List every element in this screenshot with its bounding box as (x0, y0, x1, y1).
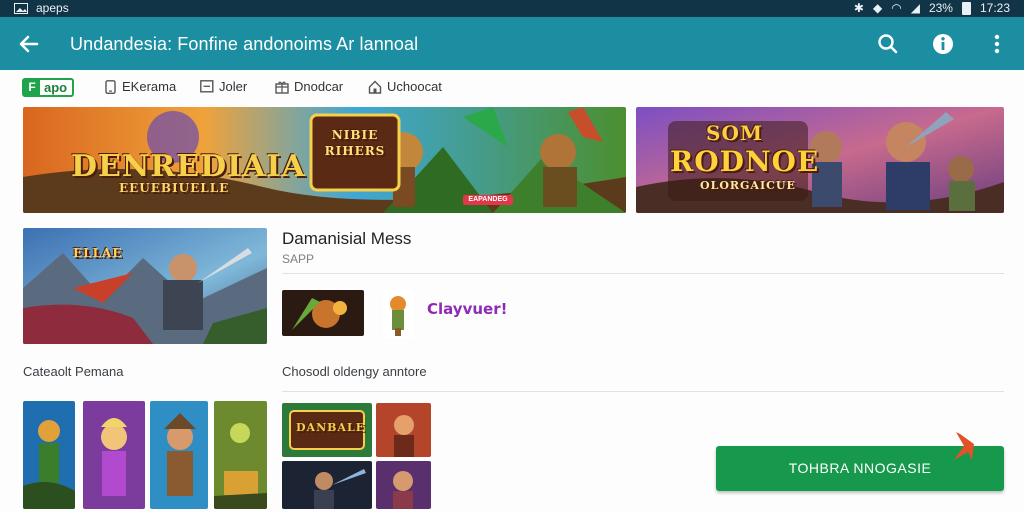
status-left: apeps (14, 1, 69, 15)
app-screen: apeps ✱ ◆ ◠ ◢ 23% 17:23 Undandesia: Fonf… (0, 0, 1024, 512)
app-bar: Undandesia: Fonfine andonoims Ar lannoal (0, 17, 1024, 70)
back-button[interactable] (12, 27, 46, 61)
status-app-label: apeps (36, 1, 69, 15)
tab-label: Joler (219, 79, 248, 94)
search-button[interactable] (872, 28, 904, 60)
cover-art (282, 461, 372, 509)
tab-app-badge[interactable]: F apo (22, 78, 75, 97)
tab-label: Dnodcar (294, 79, 344, 94)
location-icon: ◆ (872, 1, 883, 15)
thumb-2-art (383, 290, 413, 338)
tab-strip: F apo EKerama Joler Dnodcar Uchoocat (0, 70, 1024, 104)
tab-dnodcar[interactable]: Dnodcar (275, 79, 343, 94)
app-cover[interactable]: DANBALE (282, 403, 372, 457)
promo-logo-text: Clayvuer! (427, 300, 507, 318)
featured-app-image[interactable]: ELLAE (23, 228, 267, 344)
cover-art (150, 401, 208, 509)
image-icon (14, 2, 28, 14)
phone-icon (105, 79, 116, 94)
status-bar: apeps ✱ ◆ ◠ ◢ 23% 17:23 (0, 0, 1024, 17)
wifi-icon: ◠ (891, 1, 902, 15)
info-button[interactable] (927, 28, 959, 60)
section-label-left: Cateaolt Pemana (23, 364, 124, 379)
tab-label: Uchoocat (387, 79, 442, 94)
gift-icon (275, 81, 289, 94)
pointer-arrow-icon (954, 432, 974, 460)
app-cover[interactable] (214, 401, 267, 509)
bluetooth-icon: ✱ (853, 1, 864, 15)
cover-art (23, 401, 75, 509)
tab-label: EKerama (122, 79, 177, 94)
page-title: Undandesia: Fonfine andonoims Ar lannoal (70, 34, 419, 54)
app-cover[interactable] (83, 401, 145, 509)
tab-ekerama[interactable]: EKerama (104, 79, 176, 94)
screenshot-thumb-1[interactable] (282, 290, 364, 336)
signal-icon: ◢ (910, 1, 920, 15)
divider (282, 391, 1004, 392)
status-time: 17:23 (979, 1, 1010, 15)
banner-1-badge: NIBIE RIHERS (324, 128, 386, 158)
banner-1-tag: EAPANDEG (468, 196, 508, 203)
app-cover[interactable] (282, 461, 372, 509)
search-icon (878, 34, 898, 54)
status-right: ✱ ◆ ◠ ◢ 23% 17:23 (854, 1, 1010, 15)
play-store-icon: F (24, 80, 40, 95)
featured-app-art (23, 228, 267, 344)
install-button-label: TOHBRA NNOGASIE (788, 460, 932, 476)
tab-joler[interactable]: Joler (200, 79, 247, 94)
thumb-1-art (282, 290, 364, 336)
more-vert-icon (994, 34, 1000, 54)
featured-art-text: ELLAE (73, 246, 123, 260)
battery-icon (961, 1, 971, 15)
section-label-right: Chosodl oldengy anntore (282, 364, 427, 379)
info-icon (933, 34, 953, 54)
banner-2-title: RODNOE (670, 145, 820, 178)
banner-2-subtitle: OLORGAICUE (700, 179, 796, 192)
cover-art (214, 401, 267, 509)
app-badge-label: apo (44, 80, 68, 95)
tab-uchoocat[interactable]: Uchoocat (368, 79, 442, 94)
featured-banner-2[interactable]: SOM RODNOE OLORGAICUE (636, 107, 1004, 213)
featured-banner-1[interactable]: DENREDIAIA EEUEBIUELLE NIBIE RIHERS EAPA… (23, 107, 626, 213)
cover-art (83, 401, 145, 509)
featured-app-title[interactable]: Damanisial Mess (282, 229, 411, 249)
battery-percent: 23% (928, 1, 953, 15)
more-options-button[interactable] (981, 28, 1013, 60)
cover-art (376, 461, 431, 509)
banner-1-subtitle: EEUEBIUELLE (119, 181, 230, 195)
cover-art (376, 403, 431, 457)
screenshot-thumb-2[interactable] (383, 290, 413, 338)
back-arrow-icon (19, 35, 39, 53)
banner-1-title: DENREDIAIA (71, 149, 306, 184)
list-icon (200, 80, 214, 93)
app-cover[interactable] (23, 401, 75, 509)
app-cover[interactable] (376, 403, 431, 457)
grid-tile-title: DANBALE (296, 421, 366, 434)
app-cover[interactable] (150, 401, 208, 509)
banner-2-top: SOM (706, 121, 764, 145)
featured-app-subtitle: SAPP (282, 252, 315, 266)
app-cover[interactable] (376, 461, 431, 509)
divider (282, 273, 1004, 274)
home-icon (368, 80, 382, 94)
promo-text: Clayvuer! (427, 300, 508, 318)
